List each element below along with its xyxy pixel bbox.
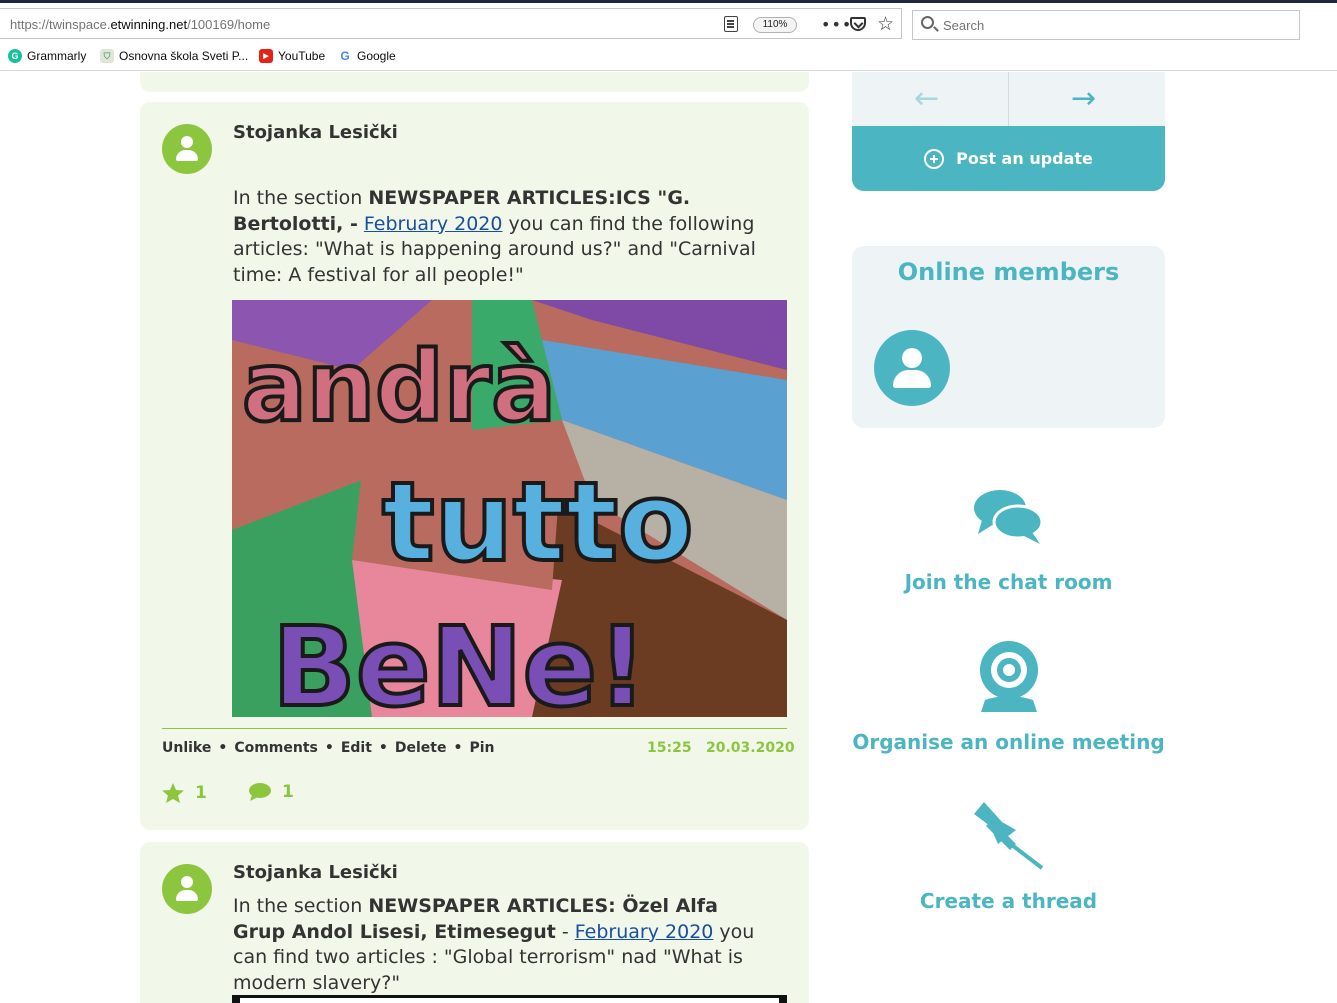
nav-divider (1008, 72, 1009, 127)
bookmark-grammarly[interactable]: G Grammarly (8, 49, 86, 63)
bookmark-youtube[interactable]: ▶ YouTube (259, 49, 325, 63)
likes-count[interactable]: 1 (161, 782, 207, 804)
pushpin-icon[interactable] (972, 800, 1046, 872)
pocket-icon[interactable] (850, 17, 866, 31)
delete-link[interactable]: Delete (395, 740, 447, 756)
browser-toolbar: https://twinspace.etwinning.net/100169/h… (0, 0, 1337, 44)
comments-link[interactable]: Comments (234, 740, 318, 756)
prev-arrow-icon[interactable]: ← (914, 84, 939, 114)
shield-icon: ⛉ (100, 49, 114, 63)
search-input[interactable]: Search (912, 10, 1300, 40)
svg-text:andrà: andrà (242, 331, 556, 443)
february-2020-link[interactable]: February 2020 (364, 213, 503, 235)
bookmark-label: Google (357, 49, 396, 63)
reader-view-icon[interactable] (724, 16, 738, 32)
author-avatar[interactable] (162, 864, 212, 914)
page-actions-icon[interactable]: ••• (821, 15, 852, 34)
previous-post-card (140, 72, 809, 92)
chat-icon[interactable] (972, 488, 1046, 548)
online-members-title: Online members (897, 258, 1120, 286)
comments-count[interactable]: 1 (248, 782, 294, 802)
organise-meeting-link[interactable]: Organise an online meeting (852, 730, 1165, 754)
page-content: Stojanka Lesički In the section NEWSPAPE… (0, 72, 1337, 1003)
url-bar[interactable]: https://twinspace.etwinning.net/100169/h… (0, 8, 902, 39)
pin-link[interactable]: Pin (469, 740, 494, 756)
post-divider (162, 728, 787, 729)
search-placeholder: Search (943, 18, 985, 33)
post-body: In the section NEWSPAPER ARTICLES:ICS "G… (233, 187, 756, 286)
bookmark-school[interactable]: ⛉ Osnovna škola Sveti P... (100, 49, 248, 63)
speech-bubble-icon (249, 783, 271, 801)
create-thread-link[interactable]: Create a thread (852, 889, 1165, 913)
svg-text:tutto: tutto (382, 458, 694, 586)
author-avatar[interactable] (162, 124, 212, 174)
unlike-link[interactable]: Unlike (162, 740, 211, 756)
zoom-level[interactable]: 110% (753, 17, 797, 33)
search-icon (921, 16, 934, 29)
post-date: 20.03.2020 (706, 740, 795, 756)
post-update-button[interactable]: Post an update (852, 126, 1165, 191)
online-members-card: Online members (852, 246, 1165, 428)
plus-circle-icon (924, 148, 945, 169)
join-chat-link[interactable]: Join the chat room (852, 570, 1165, 594)
star-icon (162, 783, 184, 803)
post-author[interactable]: Stojanka Lesički (233, 122, 398, 143)
youtube-icon: ▶ (259, 49, 273, 63)
nav-arrows: ← → (852, 72, 1165, 127)
post-nav-card: ← → Post an update (852, 72, 1165, 191)
bookmark-label: Grammarly (27, 49, 87, 63)
grammarly-icon: G (8, 49, 22, 63)
post-image[interactable]: andrà tutto BeNe! (232, 300, 787, 717)
google-icon: G (338, 49, 352, 63)
bookmark-google[interactable]: G Google (338, 49, 396, 63)
webcam-icon[interactable] (975, 640, 1043, 714)
bookmark-label: Osnovna škola Sveti P... (119, 49, 249, 63)
svg-text:BeNe!: BeNe! (272, 603, 647, 717)
next-arrow-icon[interactable]: → (1071, 84, 1096, 114)
post-author[interactable]: Stojanka Lesički (233, 862, 398, 883)
post-time: 15:25 (647, 740, 692, 756)
bookmark-star-icon[interactable]: ☆ (877, 13, 894, 35)
post-actions: Unlike • Comments • Edit • Delete • Pin (162, 740, 495, 756)
bookmarks-bar: G Grammarly ⛉ Osnovna škola Sveti P... ▶… (0, 44, 1337, 71)
post-body: In the section NEWSPAPER ARTICLES: Özel … (233, 895, 755, 994)
url-text[interactable]: https://twinspace.etwinning.net/100169/h… (10, 17, 270, 32)
february-2020-link[interactable]: February 2020 (575, 921, 714, 943)
post-image-top-edge (232, 995, 787, 1003)
edit-link[interactable]: Edit (341, 740, 372, 756)
bookmark-label: YouTube (278, 49, 326, 63)
member-avatar[interactable] (874, 330, 950, 406)
